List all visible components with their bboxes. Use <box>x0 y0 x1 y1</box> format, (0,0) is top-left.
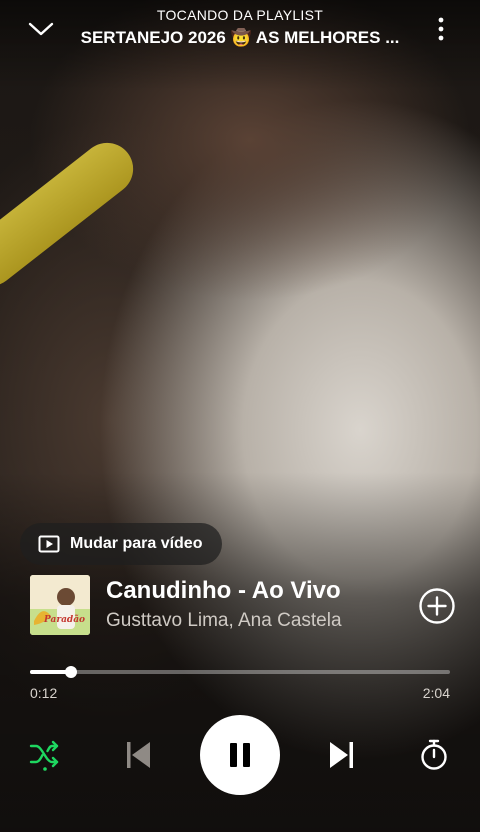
collapse-button[interactable] <box>24 12 58 46</box>
album-cover[interactable]: Paradão <box>30 575 90 635</box>
track-title[interactable]: Canudinho - Ao Vivo <box>106 577 341 605</box>
chevron-down-icon <box>28 22 54 36</box>
now-playing-header: TOCANDO DA PLAYLIST SERTANEJO 2026 🤠 AS … <box>0 0 480 60</box>
skip-previous-icon <box>127 742 150 768</box>
playlist-title[interactable]: SERTANEJO 2026 🤠 AS MELHORES ... <box>70 28 410 48</box>
shuffle-icon <box>29 740 59 771</box>
switch-to-video-label: Mudar para vídeo <box>70 535 203 552</box>
track-artist[interactable]: Gusttavo Lima, Ana Castela <box>106 610 342 632</box>
sleep-timer-button[interactable] <box>414 735 454 775</box>
pause-icon <box>230 743 250 767</box>
plus-circle-icon <box>419 588 455 624</box>
add-to-library-button[interactable] <box>418 587 456 625</box>
shuffle-button[interactable] <box>26 735 64 773</box>
switch-to-video-button[interactable]: Mudar para vídeo <box>20 523 223 565</box>
microphone-image <box>0 132 144 297</box>
previous-track-button[interactable] <box>118 735 158 775</box>
context-label: TOCANDO DA PLAYLIST <box>156 7 324 23</box>
pause-button[interactable] <box>200 715 280 795</box>
sleep-timer-icon <box>421 739 447 770</box>
playback-controls <box>0 715 480 795</box>
more-options-button[interactable] <box>426 12 456 46</box>
skip-next-icon <box>330 742 353 768</box>
progress-handle[interactable] <box>64 666 77 678</box>
progress-bar[interactable] <box>30 666 450 678</box>
more-vertical-icon <box>438 17 444 41</box>
track-info: Paradão Canudinho - Ao Vivo Gusttavo Lim… <box>30 575 456 637</box>
next-track-button[interactable] <box>322 735 362 775</box>
album-art-image: Paradão <box>30 575 90 635</box>
video-play-icon <box>38 535 60 553</box>
total-duration: 2:04 <box>422 685 450 701</box>
elapsed-time: 0:12 <box>30 685 58 701</box>
album-cover-text: Paradão <box>43 614 85 625</box>
